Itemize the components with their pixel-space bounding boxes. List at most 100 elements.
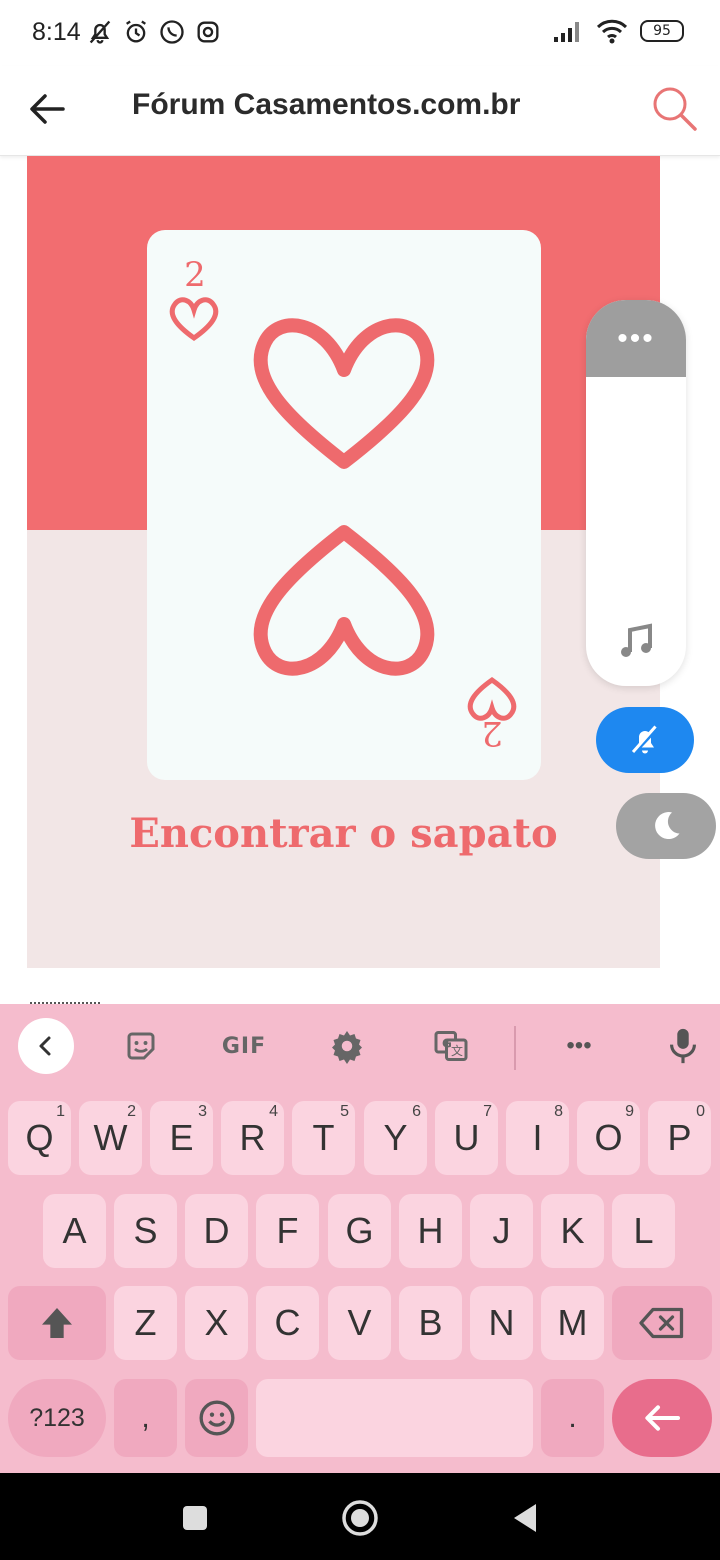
sticker-button[interactable] (112, 1018, 170, 1074)
back-nav-button[interactable] (500, 1493, 550, 1543)
chevron-left-icon (39, 1036, 51, 1056)
key-label: T (312, 1117, 335, 1158)
symbols-key[interactable]: ?123 (8, 1379, 106, 1457)
status-time: 8:14 (32, 18, 81, 46)
key-label: Y (383, 1117, 408, 1158)
key-label: Q (25, 1117, 54, 1158)
silent-toggle-button[interactable] (596, 707, 694, 773)
bell-off-icon (89, 20, 111, 44)
sticker-icon (127, 1032, 155, 1060)
comma-key[interactable]: , (114, 1379, 177, 1457)
emoji-key[interactable] (185, 1379, 248, 1457)
key-t[interactable]: T5 (292, 1101, 355, 1175)
key-hint: 3 (198, 1103, 207, 1120)
key-hint: 4 (269, 1103, 278, 1120)
key-hint: 2 (127, 1103, 136, 1120)
shift-icon (42, 1308, 72, 1338)
back-arrow-icon (30, 94, 65, 124)
panel-grip[interactable]: ••• (586, 300, 686, 377)
music-note-icon[interactable] (616, 622, 656, 662)
key-label: U (453, 1117, 480, 1158)
key-c[interactable]: C (256, 1286, 319, 1360)
key-hint: 1 (56, 1103, 65, 1120)
status-notification-icons (86, 18, 222, 46)
shift-key[interactable] (8, 1286, 106, 1360)
alarm-icon (126, 20, 146, 43)
card-heart-large-bottom (253, 525, 435, 676)
key-j[interactable]: J (470, 1194, 533, 1268)
key-u[interactable]: U7 (435, 1101, 498, 1175)
key-l[interactable]: L (612, 1194, 675, 1268)
key-label: W (93, 1117, 128, 1158)
home-button[interactable] (335, 1493, 385, 1543)
app-bar: Fórum Casamentos.com.br (0, 66, 720, 156)
key-w[interactable]: W2 (79, 1101, 142, 1175)
playing-card: 2 2 (147, 230, 541, 780)
back-icon (514, 1504, 536, 1532)
key-hint: 7 (483, 1103, 492, 1120)
gear-icon (332, 1031, 362, 1064)
key-m[interactable]: M (541, 1286, 604, 1360)
key-hint: 8 (554, 1103, 563, 1120)
key-label: P (667, 1117, 692, 1158)
back-button[interactable] (22, 84, 72, 134)
toolbar-back-button[interactable] (18, 1018, 74, 1074)
enter-key[interactable] (612, 1379, 712, 1457)
key-d[interactable]: D (185, 1194, 248, 1268)
search-icon (653, 87, 697, 131)
battery-icon: 95 (640, 20, 684, 42)
key-k[interactable]: K (541, 1194, 604, 1268)
signal-icon (554, 22, 579, 42)
key-f[interactable]: F (256, 1194, 319, 1268)
recents-button[interactable] (170, 1493, 220, 1543)
key-s[interactable]: S (114, 1194, 177, 1268)
key-a[interactable]: A (43, 1194, 106, 1268)
card-rank-bottom: 2 (481, 713, 503, 753)
key-e[interactable]: E3 (150, 1101, 213, 1175)
key-o[interactable]: O9 (577, 1101, 640, 1175)
key-y[interactable]: Y6 (364, 1101, 427, 1175)
key-hint: 6 (412, 1103, 421, 1120)
gif-button[interactable]: GIF (212, 1018, 276, 1074)
key-x[interactable]: X (185, 1286, 248, 1360)
dark-mode-toggle-button[interactable] (616, 793, 716, 859)
svg-text:文: 文 (451, 1043, 463, 1058)
key-label: R (239, 1117, 266, 1158)
recents-icon (183, 1506, 207, 1530)
key-label: E (169, 1117, 194, 1158)
keyboard-toolbar: GIF G文 ••• (0, 1004, 720, 1090)
key-hint: 5 (340, 1103, 349, 1120)
card-rank-top: 2 (184, 255, 206, 295)
key-b[interactable]: B (399, 1286, 462, 1360)
key-g[interactable]: G (328, 1194, 391, 1268)
key-h[interactable]: H (399, 1194, 462, 1268)
backspace-key[interactable] (612, 1286, 712, 1360)
backspace-icon (639, 1307, 684, 1339)
key-i[interactable]: I8 (506, 1101, 569, 1175)
microphone-button[interactable] (654, 1018, 712, 1074)
card-heart-large-top (253, 318, 435, 469)
key-v[interactable]: V (328, 1286, 391, 1360)
whatsapp-icon (160, 20, 184, 44)
card-heart-small-top (169, 297, 219, 342)
key-p[interactable]: P0 (648, 1101, 711, 1175)
microphone-icon (670, 1028, 696, 1064)
translate-button[interactable]: G文 (422, 1018, 480, 1074)
space-key[interactable] (256, 1379, 533, 1457)
more-button[interactable]: ••• (550, 1018, 608, 1074)
post-image[interactable]: 2 2 Encontrar o sapato (27, 156, 660, 968)
period-key[interactable]: . (541, 1379, 604, 1457)
key-n[interactable]: N (470, 1286, 533, 1360)
keyboard: GIF G文 ••• Q1 W2 E3 R4 T5 Y6 U7 I8 O9 P0… (0, 1004, 720, 1473)
navigation-bar (0, 1473, 720, 1560)
settings-button[interactable] (318, 1018, 376, 1074)
floating-side-panel[interactable]: ••• (586, 300, 686, 686)
toolbar-divider (514, 1026, 516, 1070)
status-system-icons: 95 (552, 18, 684, 44)
key-z[interactable]: Z (114, 1286, 177, 1360)
card-heart-small-bottom (467, 676, 517, 721)
home-icon (342, 1500, 378, 1536)
key-q[interactable]: Q1 (8, 1101, 71, 1175)
key-r[interactable]: R4 (221, 1101, 284, 1175)
search-button[interactable] (646, 80, 702, 136)
